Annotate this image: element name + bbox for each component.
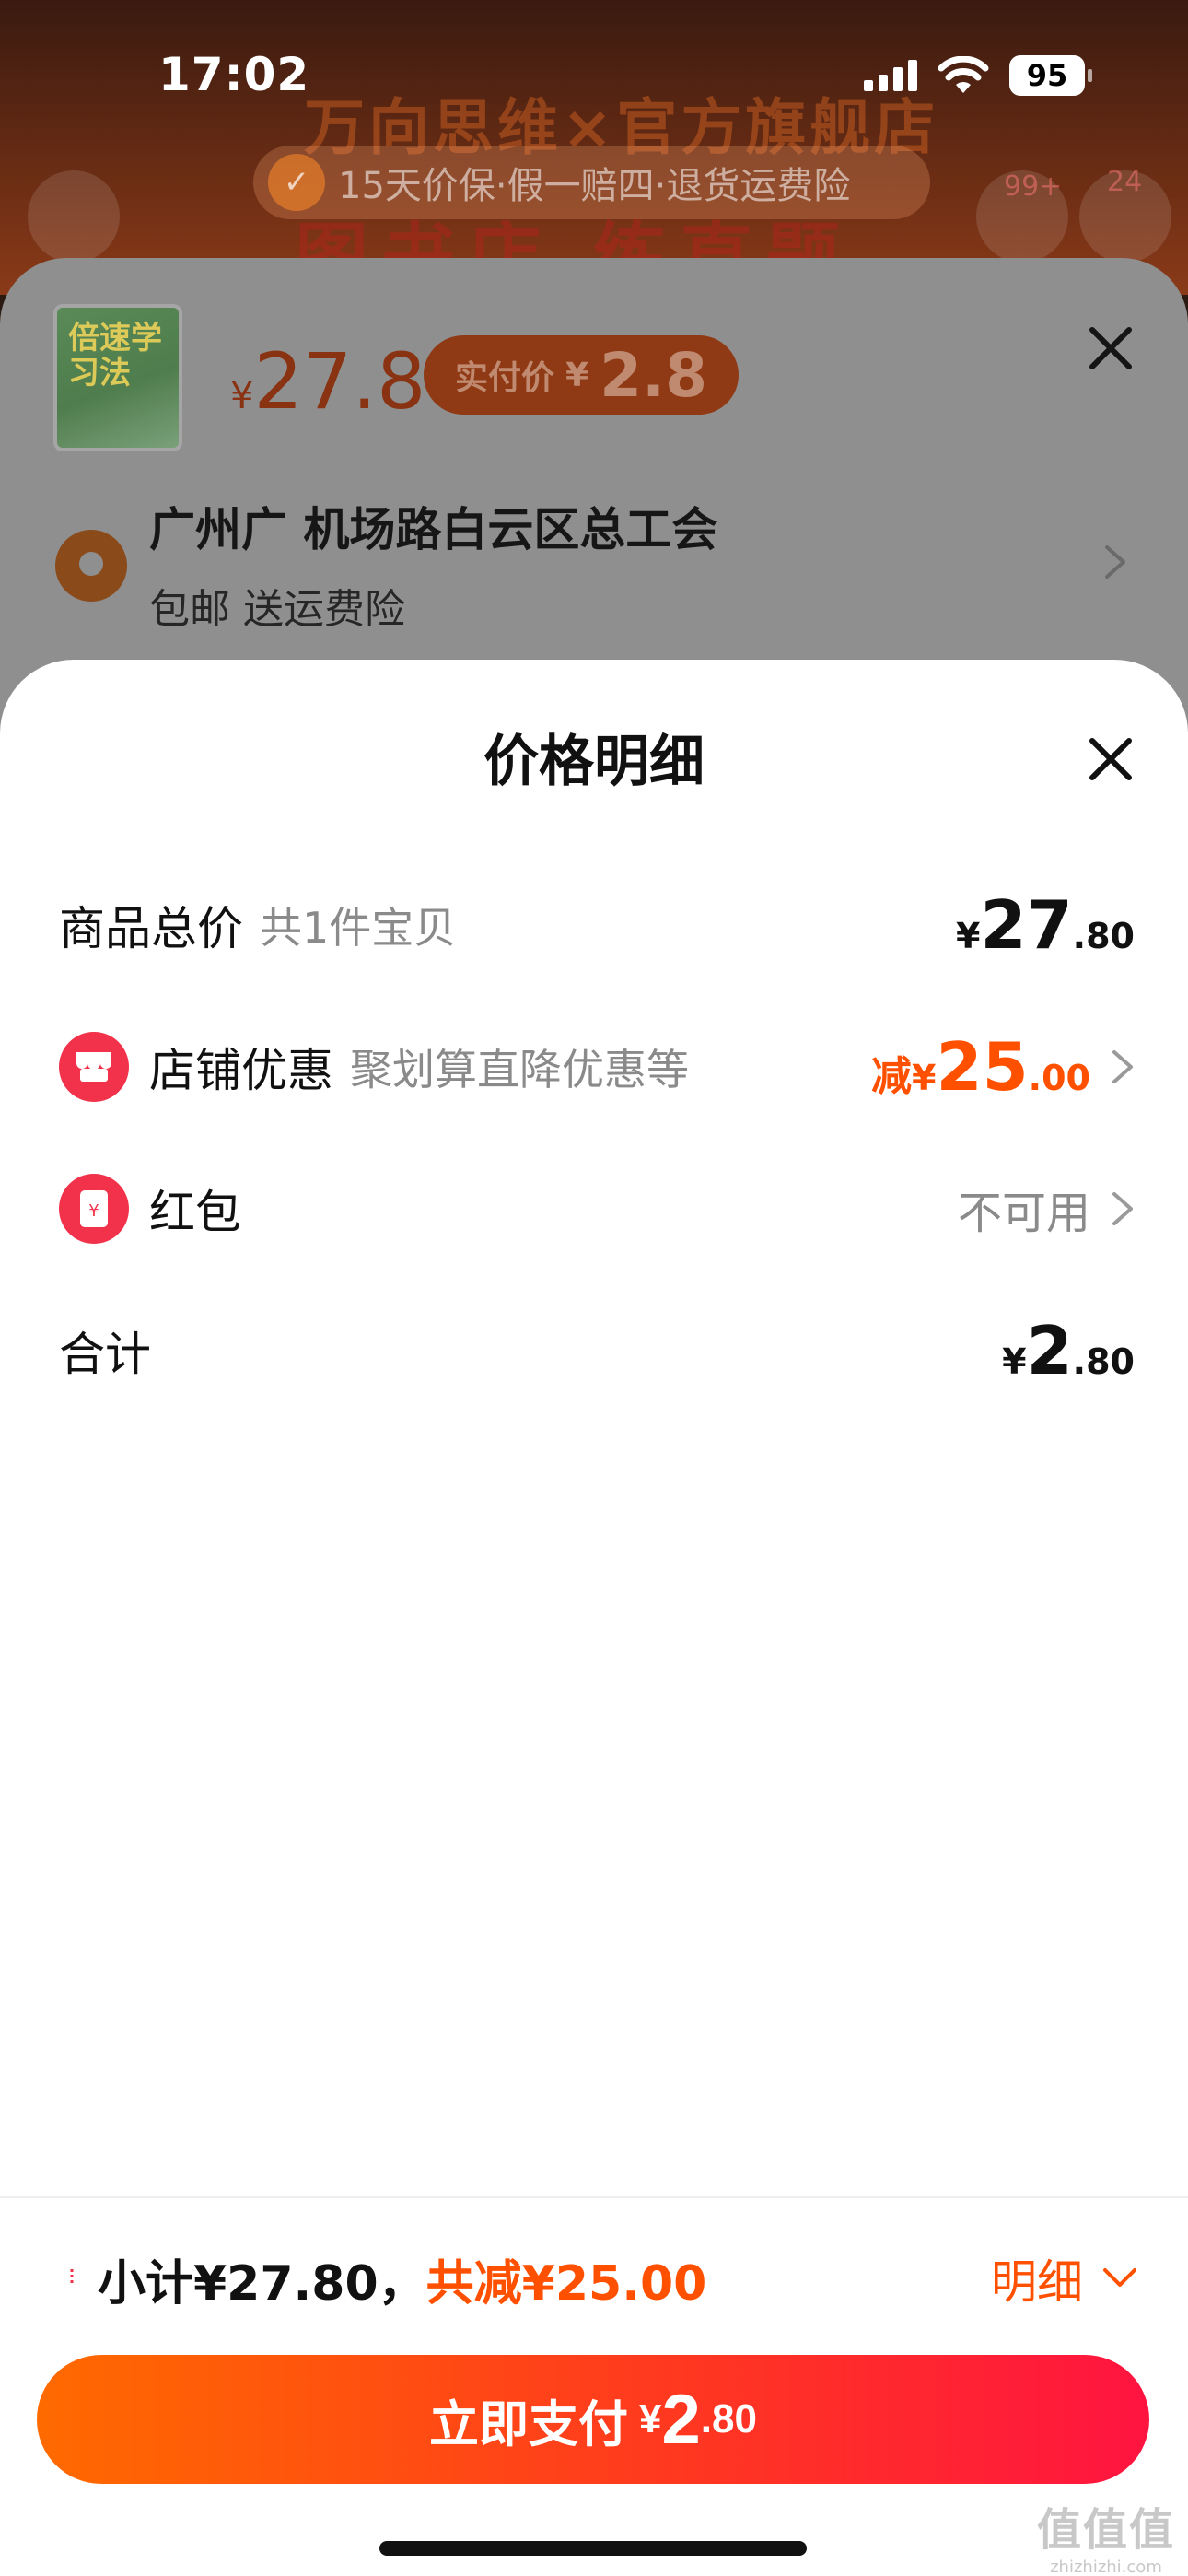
store-header-background: 万向思维×官方旗舰店 图书店 练直题 99+ 24 ✓ 15天价保·假一赔四·退…: [0, 0, 1188, 295]
product-price: ¥27.8: [230, 336, 426, 427]
message-badge: 24: [1107, 166, 1143, 198]
location-pin-icon: [55, 530, 127, 602]
sheet-title: 价格明细: [483, 730, 705, 794]
real-pay-yen: ¥: [565, 356, 589, 394]
subtotal-bar: 小计¥27.80， 共减¥25.00 明细: [57, 2237, 1138, 2320]
red-packet-label: 红包: [149, 1186, 241, 1239]
total-label: 合计: [59, 1328, 151, 1381]
detail-toggle[interactable]: 明细: [991, 2245, 1138, 2312]
real-pay-badge: 实付价 ¥ 2.8: [424, 335, 739, 415]
chevron-right-icon: [1112, 1192, 1133, 1225]
watermark: 值值值 zhizhizhi.com: [1036, 2504, 1175, 2576]
product-thumbnail-title: 倍速学习法: [68, 320, 162, 392]
red-packet-value: 不可用: [957, 1188, 1090, 1239]
subtotal-text: 小计¥27.80，: [98, 2255, 426, 2312]
store-icon: [59, 1032, 129, 1102]
store-discount-desc: 聚划算直降优惠等: [350, 1045, 689, 1095]
total-value: ¥ 2 .80: [1002, 1312, 1135, 1389]
chevron-right-icon[interactable]: [1103, 544, 1127, 580]
price-detail-sheet: 价格明细 商品总价 共1件宝贝 ¥ 27 .80 店铺优惠 聚划算直降优惠等 减…: [0, 660, 1188, 2576]
total-discount-text: 共减¥25.00: [425, 2255, 707, 2312]
cellular-signal-icon: [864, 60, 917, 91]
pay-amount-int: 2: [661, 2380, 701, 2459]
pay-now-button[interactable]: 立即支付 ¥ 2 .80: [37, 2355, 1149, 2484]
shield-icon: ✓: [268, 154, 325, 211]
back-button[interactable]: [28, 170, 120, 263]
red-packet-icon: ¥: [59, 1174, 129, 1244]
total-row: 合计 ¥ 2 .80: [59, 1305, 1135, 1397]
pay-amount-dec: .80: [700, 2396, 757, 2441]
home-indicator[interactable]: [379, 2541, 807, 2556]
close-icon[interactable]: [1085, 733, 1136, 785]
guarantee-text: 15天价保·假一赔四·退货运费险: [338, 165, 851, 207]
guarantee-banner: ✓ 15天价保·假一赔四·退货运费险: [253, 146, 930, 219]
chevron-right-icon: [1112, 1050, 1133, 1083]
shipping-info: 包邮 送运费险: [149, 586, 405, 633]
chevron-down-icon: [1103, 2268, 1136, 2287]
real-pay-value: 2.8: [600, 339, 707, 411]
pay-yen: ¥: [639, 2396, 662, 2441]
product-thumbnail: 倍速学习法: [53, 304, 182, 451]
goods-count: 共1件宝贝: [260, 903, 457, 953]
detail-toggle-label: 明细: [991, 2255, 1083, 2309]
close-icon[interactable]: [1085, 322, 1136, 374]
divider: [0, 2196, 1188, 2198]
wifi-icon: [938, 56, 989, 93]
status-time: 17:02: [158, 48, 310, 101]
real-pay-label: 实付价: [455, 359, 555, 397]
store-discount-row[interactable]: 店铺优惠 聚划算直降优惠等 减 ¥ 25 .00: [59, 1021, 1135, 1113]
red-packet-row[interactable]: ¥ 红包 不可用: [59, 1163, 1135, 1255]
shipping-address[interactable]: 广州广 机场路白云区总工会: [149, 493, 717, 559]
goods-total-row: 商品总价 共1件宝贝 ¥ 27 .80: [59, 879, 1135, 971]
status-icons: 95: [864, 55, 1092, 96]
goods-total-label: 商品总价: [59, 902, 243, 955]
cart-badge: 99+: [1004, 170, 1063, 203]
svg-text:¥: ¥: [88, 1201, 99, 1221]
store-discount-label: 店铺优惠: [149, 1044, 333, 1097]
goods-total-value: ¥ 27 .80: [956, 886, 1135, 964]
pay-button-label: 立即支付: [429, 2396, 629, 2453]
store-discount-value: 减 ¥ 25 .00: [871, 1028, 1090, 1106]
coupon-icon: [57, 2262, 98, 2295]
battery-indicator: 95: [1009, 55, 1092, 96]
